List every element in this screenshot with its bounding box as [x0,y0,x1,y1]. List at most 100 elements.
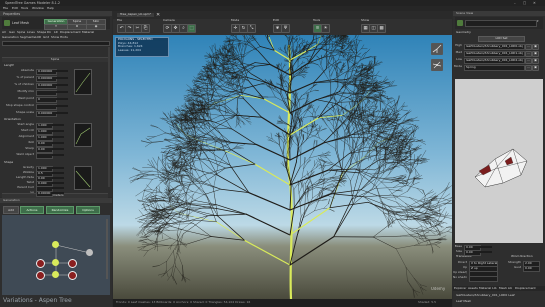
length-row-field-2[interactable]: 0.000000 [36,83,57,89]
shape-row-slider-4[interactable] [52,187,64,189]
length-row-field-3[interactable] [36,90,57,96]
shape-row-slider-0[interactable] [52,167,64,169]
subtab-grid[interactable]: Grid [43,36,49,40]
leaf-node-left[interactable] [36,259,45,268]
filter-tab-lr[interactable]: LR [54,31,58,35]
length-row-field-6[interactable]: 0.000000 [36,111,57,117]
length-row-slider-0[interactable] [56,70,68,72]
section-spine-header[interactable]: Spine [2,57,108,62]
filter-tab-displacement[interactable]: Displacement [60,31,81,35]
length-row-slider-2[interactable] [56,84,68,86]
filter-tab-gen[interactable]: Gen [9,31,15,35]
add-node-button[interactable]: Add [3,206,19,214]
leaf-node-right[interactable] [68,259,77,268]
lighting-icon[interactable]: ☀ [321,24,330,33]
orientation-row-field-3[interactable]: 0.00 [36,141,53,147]
eye-icon[interactable]: ◉ [86,24,106,30]
length-row-slider-1[interactable] [56,77,68,79]
minimize-button[interactable]: – [514,1,516,5]
length-row-slider-6[interactable] [56,112,68,114]
orientation-row-field-2[interactable]: 1.000 [36,135,53,141]
length-row-field-1[interactable]: 0.000000 [36,76,57,82]
branch-mode-icon[interactable]: Ψ [281,24,290,33]
tree-branch [356,48,362,54]
filter-tab-lines[interactable]: Lines [27,31,35,35]
orientation-row-slider-3[interactable] [52,142,64,144]
leaf-node-bottom-right[interactable] [68,271,77,280]
shape-row-field-5[interactable]: 0.00000 [36,191,53,197]
filter-tab-dir[interactable]: Dir [47,31,51,35]
branch-node[interactable] [52,259,59,266]
generator-graph[interactable] [2,215,110,295]
sub-branch-node[interactable] [52,271,59,278]
properties-scrollbar[interactable] [108,47,110,187]
filter-tab-all[interactable]: All [2,31,6,35]
tree-branch [387,97,393,99]
sparkle-icon[interactable]: ✦ [44,24,68,30]
length-row-field-4[interactable]: 0 [36,97,57,103]
subtab-segments[interactable]: Segments [20,36,35,40]
curve-preview-shape[interactable] [74,166,92,190]
tree-node[interactable] [52,241,59,248]
orientation-row-field-4[interactable]: 0.00 [36,147,53,153]
orientation-row-field-0[interactable]: 1.000 [36,123,53,129]
length-row-label-5: Stop shape control [5,104,34,107]
filter-tabs: All Gen Spine Lines Shape Dir LR Displac… [0,31,112,35]
maximize-button[interactable]: □ [523,1,526,5]
copy-icon[interactable]: ⎘ [141,24,150,33]
leaf-node-bottom-left[interactable] [36,271,45,280]
tree-branch [396,191,408,198]
length-row-field-0[interactable]: 0.000000 [36,69,57,75]
filter-tab-spine[interactable]: Spine [17,31,25,35]
tree-branch [374,162,387,171]
subtab-lod[interactable]: LOD [35,36,41,40]
randomize-button[interactable]: Randomize [46,206,74,214]
tree-branch [329,65,333,73]
actions-button[interactable]: Actions [20,206,44,214]
close-window-button[interactable]: ✕ [533,1,536,5]
menu-edit[interactable]: Edit [12,7,18,11]
length-row-slider-5[interactable] [56,105,68,107]
close-icon[interactable]: ✕ [156,13,160,18]
length-row-slider-3[interactable] [56,91,68,93]
subtab-show-hints[interactable]: Show Hints [51,36,68,40]
orientation-row-field-5[interactable] [36,153,53,159]
zone-node[interactable] [86,249,93,256]
filter-tab-material[interactable]: Material [82,31,94,35]
shape-row-slider-1[interactable] [52,172,64,174]
tree-branch [217,215,245,241]
orientation-row-slider-4[interactable] [52,148,64,150]
graph-scrollbar[interactable] [106,219,108,279]
curve-preview-length[interactable] [74,69,92,95]
shape-row-slider-2[interactable] [52,177,64,179]
menu-tools[interactable]: Tools [21,7,28,11]
menu-help[interactable]: Help [47,7,54,11]
options-button[interactable]: Options [76,206,100,214]
viewport-3d[interactable]: POLYGONS - SELECTED Polys: 44,812 Branch… [113,35,452,299]
menu-window[interactable]: Window [32,7,44,11]
orientation-row-field-1[interactable]: 1.000 [36,129,53,135]
tree-branch [144,203,152,207]
tree-branch [289,142,324,161]
select-icon[interactable]: ⬚ [187,24,196,33]
menu-file[interactable]: File [3,7,8,11]
subtab-generation[interactable]: Generation [2,36,19,40]
gear-icon[interactable]: ⚙ [67,24,87,30]
viewport-tab[interactable]: Tree_Aspen_LU.spm* [117,13,155,17]
orientation-row-slider-1[interactable] [52,130,64,132]
orientation-row-slider-5[interactable] [52,154,64,156]
orientation-row-slider-2[interactable] [52,136,64,138]
length-row-field-5[interactable] [36,104,57,110]
tree-branch [157,238,171,243]
length-row-slider-4[interactable] [56,98,68,100]
curve-preview-orientation[interactable] [74,123,92,147]
shape-row-slider-5[interactable] [52,192,64,194]
orientation-row-slider-0[interactable] [52,124,64,126]
scale-icon[interactable]: ⤡ [247,24,256,33]
shape-row-slider-3[interactable] [52,182,64,184]
search-input[interactable] [2,41,110,46]
textures-icon[interactable]: ▩ [377,24,386,33]
selected-object-row[interactable]: Leaf Mesh Generation Spine Skin ✦ ⚙ ◉ [2,17,110,30]
filter-tab-shape[interactable]: Shape [37,31,46,35]
tree-branch [314,161,318,166]
